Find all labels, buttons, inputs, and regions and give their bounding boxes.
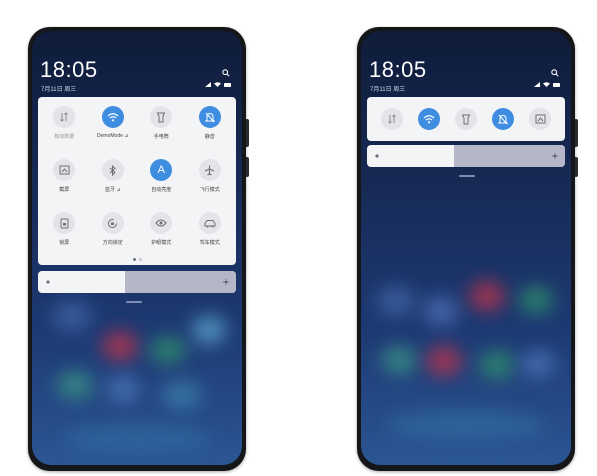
brightness-high-icon <box>223 279 229 285</box>
wifi-icon <box>101 106 124 128</box>
status-icons <box>205 82 232 87</box>
signal-icon <box>205 82 211 87</box>
data-arrows-icon <box>387 114 396 124</box>
tile-label: 静音 <box>204 134 215 140</box>
search-icon[interactable] <box>551 69 559 77</box>
page-dot-2 <box>138 258 142 261</box>
quick-settings-row <box>367 97 565 141</box>
drag-handle[interactable] <box>459 175 475 177</box>
power-button <box>575 157 578 177</box>
data-arrows-icon <box>53 106 76 128</box>
tile-label: 驾车模式 <box>199 240 220 246</box>
tile-screenshot[interactable] <box>529 108 552 130</box>
tile-mobile-data[interactable]: 移动数据 <box>40 106 89 159</box>
brightness-track-remaining <box>125 271 236 293</box>
tile-bluetooth[interactable]: 蓝牙 ⊿ <box>89 159 138 212</box>
wifi-status-icon <box>214 82 221 87</box>
lock-screen-icon <box>53 212 76 234</box>
brightness-low-icon <box>46 280 50 284</box>
tile-wifi[interactable]: DemoMode ⊿ <box>89 106 138 159</box>
volume-button <box>575 119 578 147</box>
auto-brightness-icon: A <box>150 159 173 181</box>
brightness-low-icon <box>375 154 379 158</box>
tile-label: 飞行模式 <box>199 187 220 193</box>
screen: 18:05 7月11日 周三 <box>361 31 571 465</box>
tile-screenshot[interactable]: 截屏 <box>40 159 89 212</box>
tile-label: 方向锁定 <box>102 240 123 246</box>
signal-icon <box>534 82 540 87</box>
power-button <box>246 157 249 177</box>
tile-label: 手电筒 <box>153 134 169 140</box>
auto-brightness-letter: A <box>157 164 165 176</box>
rotation-lock-icon <box>101 212 124 234</box>
screenshot-icon <box>53 159 76 181</box>
status-icons <box>534 82 561 87</box>
bluetooth-icon <box>101 159 124 181</box>
page-dot-1 <box>132 258 136 261</box>
drag-handle[interactable] <box>126 301 142 303</box>
brightness-track-remaining <box>454 145 565 167</box>
brightness-slider[interactable] <box>367 145 565 167</box>
wifi-icon <box>423 115 435 124</box>
bell-mute-icon <box>198 106 221 128</box>
tile-mobile-data[interactable] <box>380 108 403 130</box>
tile-auto-brightness[interactable]: A 自动亮度 <box>137 159 186 212</box>
tile-flashlight[interactable] <box>454 108 477 130</box>
phone-collapsed: 18:05 7月11日 周三 <box>357 27 578 471</box>
clock-time: 18:05 <box>369 57 427 82</box>
brightness-high-icon <box>552 153 558 159</box>
search-icon[interactable] <box>222 69 230 77</box>
clock-date: 7月11日 周三 <box>41 87 77 93</box>
quick-settings-panel: 移动数据 DemoMode ⊿ 手电筒 静音 截屏 蓝牙 ⊿ A 自动亮度 飞行… <box>38 97 236 265</box>
tile-label: 蓝牙 ⊿ <box>104 187 121 193</box>
screenshot-icon <box>535 114 546 124</box>
phone-expanded: 18:05 7月11日 周三 移动数据 DemoMode ⊿ 手电筒 静音 截屏… <box>28 27 249 471</box>
brightness-slider[interactable] <box>38 271 236 293</box>
volume-button <box>246 119 249 147</box>
bell-mute-icon <box>498 114 509 124</box>
battery-icon <box>224 82 231 87</box>
tile-label: 截屏 <box>59 187 70 193</box>
tile-label: 护眼模式 <box>151 240 172 246</box>
screen: 18:05 7月11日 周三 移动数据 DemoMode ⊿ 手电筒 静音 截屏… <box>32 31 242 465</box>
airplane-icon <box>198 159 221 181</box>
wifi-status-icon <box>543 82 550 87</box>
tile-label: DemoMode ⊿ <box>97 133 129 139</box>
tile-airplane[interactable]: 飞行模式 <box>186 159 235 212</box>
tile-silent[interactable]: 静音 <box>186 106 235 159</box>
tile-label: 自动亮度 <box>151 187 172 193</box>
tile-label: 移动数据 <box>54 134 75 140</box>
tile-label: 锁屏 <box>59 240 70 246</box>
tile-wifi[interactable] <box>417 108 440 130</box>
clock-date: 7月11日 周三 <box>370 87 406 93</box>
battery-icon <box>553 82 560 87</box>
flashlight-icon <box>150 106 173 128</box>
flashlight-icon <box>461 114 471 124</box>
tile-silent[interactable] <box>492 108 515 130</box>
eye-icon <box>150 212 173 234</box>
car-icon <box>198 212 221 234</box>
tile-flashlight[interactable]: 手电筒 <box>137 106 186 159</box>
page-indicator[interactable] <box>38 258 236 261</box>
clock-time: 18:05 <box>40 57 98 82</box>
